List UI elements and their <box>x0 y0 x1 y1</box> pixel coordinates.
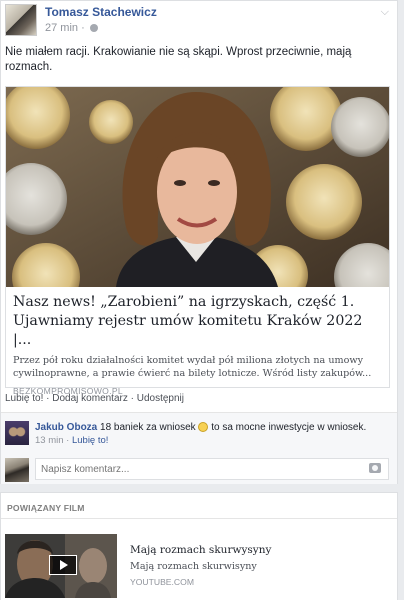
comment-like-button[interactable]: Lubię to! <box>72 435 108 446</box>
comment-meta: 13 min · Lubię to! <box>35 434 395 447</box>
video-thumbnail[interactable] <box>5 534 117 598</box>
smiley-icon <box>198 422 209 432</box>
post-text: Nie miałem racji. Krakowianie nie są ską… <box>5 46 352 73</box>
separator: · <box>43 393 53 404</box>
post-actions: Lubię to! · Dodaj komentarz · Udostępnij <box>5 393 184 404</box>
share-button[interactable]: Udostępnij <box>137 393 184 404</box>
comment-input[interactable] <box>35 458 389 480</box>
play-icon[interactable] <box>49 555 77 575</box>
comment-author[interactable]: Jakub Oboza <box>35 422 97 433</box>
comment-button[interactable]: Dodaj komentarz <box>52 393 128 404</box>
separator: · <box>127 393 137 404</box>
video-info: Mają rozmach skurwysyny Mają rozmach sku… <box>130 543 390 587</box>
post-time[interactable]: 27 min · <box>45 22 85 34</box>
author-avatar[interactable] <box>5 4 37 36</box>
chevron-down-icon[interactable]: ⌵ <box>381 6 389 19</box>
related-header: POWIĄZANY FILM <box>1 493 397 519</box>
link-preview[interactable]: Nasz news! „Zarobieni” na igrzyskach, cz… <box>5 86 390 396</box>
comment-time: 13 min · <box>35 435 72 446</box>
link-title[interactable]: Nasz news! „Zarobieni” na igrzyskach, cz… <box>13 293 385 350</box>
camera-icon[interactable] <box>369 463 381 473</box>
post-header: Tomasz Stachewicz 27 min · ⌵ <box>5 4 395 40</box>
author-name[interactable]: Tomasz Stachewicz <box>45 5 157 19</box>
commenter-avatar[interactable] <box>5 421 29 445</box>
comment-body-start: 18 baniek za wniosek <box>97 422 199 433</box>
video-description: Mają rozmach skurwisyny <box>130 561 257 572</box>
video-source: YOUTUBE.COM <box>130 577 194 587</box>
link-image[interactable] <box>6 87 389 287</box>
video-title[interactable]: Mają rozmach skurwysyny <box>130 543 390 557</box>
post-card: Tomasz Stachewicz 27 min · ⌵ Nie miałem … <box>0 0 398 484</box>
related-video-card: POWIĄZANY FILM Mają rozmach skurwysyny M… <box>0 492 398 600</box>
link-text: Nasz news! „Zarobieni” na igrzyskach, cz… <box>13 293 385 396</box>
comment: Jakub Oboza 18 baniek za wniosek to sa m… <box>35 421 395 447</box>
like-button[interactable]: Lubię to! <box>5 393 43 404</box>
post-meta: 27 min · <box>45 22 98 34</box>
comment-body-end: to sa mocne inwestycje w wniosek. <box>208 422 367 433</box>
link-description: Przez pół roku działalności komitet wyda… <box>13 355 372 379</box>
globe-icon <box>89 24 98 32</box>
current-user-avatar <box>5 458 29 482</box>
comments-section: Jakub Oboza 18 baniek za wniosek to sa m… <box>1 412 397 484</box>
